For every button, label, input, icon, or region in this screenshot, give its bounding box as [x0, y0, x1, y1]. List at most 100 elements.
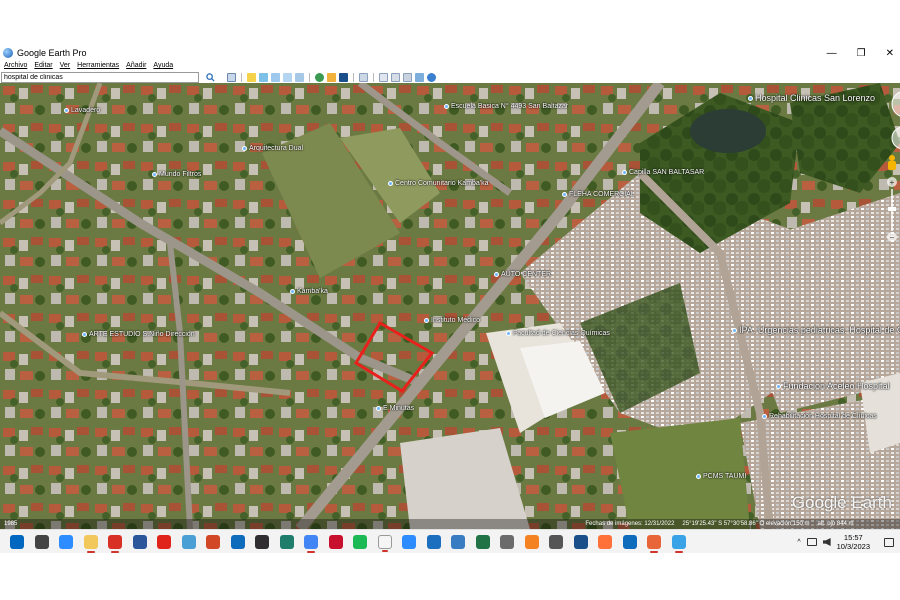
menu-ver[interactable]: Ver: [60, 62, 71, 69]
toolbar-separator: [353, 72, 354, 82]
menu-archivo[interactable]: Archivo: [4, 62, 27, 69]
acrobat-icon[interactable]: [157, 534, 171, 549]
obs-icon[interactable]: [255, 534, 269, 549]
remote-icon[interactable]: [426, 534, 441, 549]
menu-anadir[interactable]: Añadir: [126, 62, 146, 69]
photos-icon[interactable]: [671, 534, 686, 553]
map-label[interactable]: Arquitectura Dual: [242, 145, 303, 152]
maximize-button[interactable]: ❐: [857, 48, 866, 59]
map-label[interactable]: Kamba'ka: [290, 288, 328, 295]
notepad-icon[interactable]: [377, 534, 392, 552]
zoom-slider-icon: +−: [887, 177, 897, 242]
planets-icon[interactable]: [339, 72, 348, 82]
menu-ayuda[interactable]: Ayuda: [153, 62, 173, 69]
ruler-icon[interactable]: [359, 72, 368, 82]
maps-icon[interactable]: [415, 72, 424, 82]
map-label[interactable]: Fundacion Aceleo Hospital: [776, 381, 890, 391]
place-icon: [748, 96, 753, 102]
placemark-icon[interactable]: [247, 72, 256, 82]
windows-icon[interactable]: [10, 534, 24, 549]
map-label[interactable]: E Minutas: [376, 405, 414, 412]
outlook-icon[interactable]: [622, 534, 637, 549]
google-earth-logo: Google Earth: [791, 493, 892, 512]
calculator-icon[interactable]: [500, 534, 514, 549]
historical-imagery-icon[interactable]: [315, 72, 324, 82]
clock-date: 10/3/2023: [836, 542, 870, 551]
mail-m-icon[interactable]: [108, 534, 122, 553]
vlc-icon[interactable]: [524, 534, 539, 549]
place-icon: [762, 413, 767, 419]
mail-icon[interactable]: [230, 534, 245, 549]
map-label[interactable]: PCMS TAUMI: [696, 473, 746, 480]
sidebar-toggle-icon[interactable]: [227, 72, 236, 82]
monitor-icon[interactable]: [181, 534, 196, 549]
terminal-icon[interactable]: [279, 534, 294, 549]
search-button[interactable]: [203, 72, 217, 83]
map-label[interactable]: Escuela Basica N° 4493 San Baltazar: [444, 103, 568, 110]
polygon-icon[interactable]: [259, 72, 268, 82]
zoom-icon[interactable]: [59, 534, 73, 549]
map-label[interactable]: ARTE ESTUDIO S.Niño Dirección: [82, 331, 195, 338]
map-label[interactable]: IPA. Urgencias pediatricas. Hospital de …: [732, 325, 900, 335]
place-icon: [424, 317, 429, 323]
menu-editar[interactable]: Editar: [34, 62, 52, 69]
place-icon: [82, 331, 87, 337]
tray-overflow-icon[interactable]: ^: [797, 539, 800, 546]
notifications-icon[interactable]: [884, 537, 894, 547]
cube-icon[interactable]: [573, 534, 588, 549]
place-icon: [290, 288, 295, 294]
google-earth-icon[interactable]: [647, 534, 661, 553]
volume-icon[interactable]: [822, 538, 831, 546]
email-icon[interactable]: [379, 72, 388, 82]
map-label[interactable]: Lavadero: [64, 107, 100, 114]
word-icon[interactable]: [132, 534, 147, 549]
map-label[interactable]: Instituto Médico: [424, 317, 480, 324]
network-icon[interactable]: [806, 538, 817, 546]
compass-icon: [891, 91, 900, 117]
usb-icon[interactable]: [549, 534, 563, 549]
overlay-icon[interactable]: [283, 72, 292, 82]
zoom-meet-icon[interactable]: [402, 534, 416, 549]
print-icon[interactable]: [391, 72, 400, 82]
tour-icon[interactable]: [295, 72, 304, 82]
toolbar-separator: [241, 72, 242, 82]
sunlight-icon[interactable]: [327, 72, 336, 82]
map-label[interactable]: AUTO CENTER: [494, 271, 551, 278]
map-label[interactable]: Rehabilitación Hospital de Clínicas: [762, 413, 877, 420]
minimize-button[interactable]: —: [827, 48, 837, 59]
firefox-icon[interactable]: [598, 534, 612, 549]
close-button[interactable]: ✕: [886, 48, 894, 59]
earth-gallery-icon[interactable]: [427, 72, 436, 82]
map-label[interactable]: Facultad de Ciencias Químicas: [506, 330, 610, 337]
folder-icon[interactable]: [83, 534, 98, 553]
pegman-icon: [888, 155, 896, 170]
search-input[interactable]: [1, 71, 199, 83]
pan-arrows-icon: [891, 126, 900, 150]
place-icon: [776, 384, 781, 390]
save-image-icon[interactable]: [403, 72, 412, 82]
map-label[interactable]: Hospital Clinicas San Lorenzo: [748, 93, 875, 103]
autocad-icon[interactable]: [328, 534, 343, 549]
menu-herramientas[interactable]: Herramientas: [77, 62, 119, 69]
path-icon[interactable]: [271, 72, 280, 82]
toolbar-separator: [373, 72, 374, 82]
status-year: 1985: [4, 521, 18, 527]
chrome-icon[interactable]: [304, 534, 318, 553]
toolbar: [0, 71, 900, 83]
search-icon[interactable]: [34, 534, 49, 549]
svg-text:+: +: [890, 178, 895, 187]
powerpoint-icon[interactable]: [206, 534, 220, 549]
globe-icon[interactable]: [451, 534, 465, 549]
map-label[interactable]: FLEHA COMERCIAL: [562, 191, 635, 198]
taskbar-clock[interactable]: 15:57 10/3/2023: [837, 533, 870, 551]
map-view[interactable]: Hospital Clinicas San Lorenzo Escuela Ba…: [0, 83, 900, 529]
svg-text:−: −: [890, 233, 895, 242]
place-icon: [622, 169, 627, 175]
clock-time: 15:57: [843, 533, 863, 542]
spotify-icon[interactable]: [353, 534, 367, 549]
map-label[interactable]: Centro Comunitario Kamba'ka: [388, 180, 489, 187]
map-label[interactable]: Mundo Filtros: [152, 171, 201, 178]
place-icon: [242, 145, 247, 151]
map-label[interactable]: Capilla SAN BALTASAR: [622, 169, 704, 176]
excel-icon[interactable]: [475, 534, 490, 549]
